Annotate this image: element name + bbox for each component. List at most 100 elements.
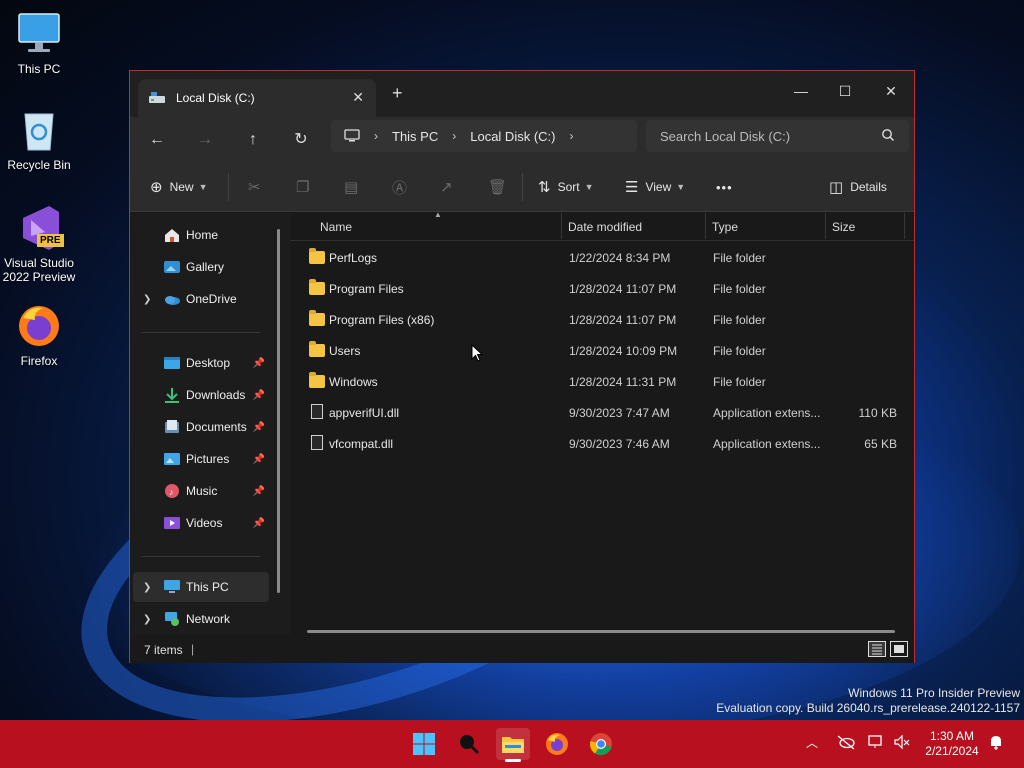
command-bar: ⊕ New ▼ ✂ ❐ ▤ Ⓐ ↗ 🗑 ⇅ Sort ▼ ☰ View ▼ ••… — [130, 162, 914, 212]
pin-icon[interactable]: 📌 — [253, 518, 265, 529]
desktop-icon-recycle-bin[interactable]: Recycle Bin — [1, 106, 77, 172]
back-button[interactable]: ← — [142, 126, 172, 154]
view-button[interactable]: ☰ View ▼ — [625, 175, 685, 199]
horizontal-scrollbar[interactable] — [307, 630, 895, 633]
file-row[interactable]: Program Files 1/28/2024 11:07 PM File fo… — [298, 274, 904, 304]
file-row[interactable]: Users 1/28/2024 10:09 PM File folder — [298, 336, 904, 366]
sidebar-item-videos[interactable]: Videos 📌 — [133, 508, 269, 538]
sidebar-item-network[interactable]: ❯ Network — [133, 604, 269, 634]
sidebar-item-gallery[interactable]: Gallery — [133, 252, 269, 282]
chevron-right-icon[interactable]: › — [569, 129, 573, 143]
desktop-icon-firefox[interactable]: Firefox — [1, 302, 77, 368]
sidebar-item-onedrive[interactable]: ❯ OneDrive — [133, 284, 269, 314]
copy-button[interactable]: ❐ — [296, 175, 316, 199]
sidebar-divider — [142, 556, 260, 557]
pin-icon[interactable]: 📌 — [253, 422, 265, 433]
file-row[interactable]: vfcompat.dll 9/30/2023 7:46 AM Applicati… — [298, 429, 904, 459]
notification-bell-icon[interactable] — [988, 734, 1004, 754]
chevron-right-icon[interactable]: ❯ — [143, 614, 151, 625]
file-type: Application extens... — [713, 437, 821, 451]
firefox-taskbar-button[interactable] — [540, 728, 574, 760]
sidebar-item-downloads[interactable]: Downloads 📌 — [133, 380, 269, 410]
paste-button[interactable]: ▤ — [344, 175, 365, 199]
column-divider[interactable] — [705, 213, 706, 239]
breadcrumb-this-pc[interactable]: This PC — [392, 129, 438, 144]
new-tab-button[interactable]: + — [392, 83, 403, 104]
system-clock[interactable]: 1:30 AM 2/21/2024 — [917, 729, 987, 759]
pin-icon[interactable]: 📌 — [253, 358, 265, 369]
chevron-right-icon[interactable]: ❯ — [143, 582, 151, 593]
pin-icon[interactable]: 📌 — [253, 454, 265, 465]
details-button[interactable]: ◫ Details — [829, 175, 887, 199]
sort-button[interactable]: ⇅ Sort ▼ — [538, 175, 594, 199]
search-box[interactable]: Search Local Disk (C:) — [646, 120, 909, 152]
up-button[interactable]: ↑ — [238, 126, 268, 154]
delete-button[interactable]: 🗑 — [488, 175, 514, 199]
windows-logo-icon — [413, 733, 435, 755]
sidebar-scrollbar[interactable] — [277, 229, 280, 593]
cut-button[interactable]: ✂ — [248, 175, 268, 199]
address-bar[interactable]: › This PC › Local Disk (C:) › — [331, 120, 637, 152]
file-date: 9/30/2023 7:46 AM — [569, 437, 670, 451]
sidebar-item-pictures[interactable]: Pictures 📌 — [133, 444, 269, 474]
see-more-button[interactable]: ••• — [716, 175, 733, 199]
cloud-offline-icon[interactable] — [836, 734, 856, 753]
svg-text:♪: ♪ — [169, 487, 174, 497]
status-divider: | — [191, 642, 195, 656]
desktop-icon-this-pc[interactable]: This PC — [1, 10, 77, 76]
large-icons-view-button[interactable] — [890, 641, 908, 657]
forward-button[interactable]: → — [190, 126, 220, 154]
column-divider[interactable] — [904, 213, 905, 239]
chevron-up-icon[interactable]: ︿ — [806, 734, 818, 751]
tab-local-disk[interactable]: Local Disk (C:) ✕ — [138, 79, 376, 117]
visual-studio-icon: PRE — [15, 204, 64, 252]
sidebar-item-desktop[interactable]: Desktop 📌 — [133, 348, 269, 378]
sidebar-item-home[interactable]: Home — [133, 220, 269, 250]
column-header-type[interactable]: Type — [712, 220, 738, 234]
file-row[interactable]: Windows 1/28/2024 11:31 PM File folder — [298, 367, 904, 397]
refresh-button[interactable]: ↻ — [286, 126, 316, 154]
file-name: Program Files (x86) — [329, 313, 435, 327]
rename-button[interactable]: Ⓐ — [392, 175, 414, 199]
plus-circle-icon: ⊕ — [150, 179, 163, 196]
network-icon — [165, 612, 179, 626]
status-bar: 7 items | — [130, 635, 914, 663]
column-header-size[interactable]: Size — [832, 220, 855, 234]
file-row[interactable]: Program Files (x86) 1/28/2024 11:07 PM F… — [298, 305, 904, 335]
breadcrumb-local-disk[interactable]: Local Disk (C:) — [470, 129, 555, 144]
column-divider[interactable] — [561, 213, 562, 239]
share-button[interactable]: ↗ — [440, 175, 460, 199]
column-header-date[interactable]: Date modified — [568, 220, 642, 234]
pin-icon[interactable]: 📌 — [253, 486, 265, 497]
file-row[interactable]: appverifUI.dll 9/30/2023 7:47 AM Applica… — [298, 398, 904, 428]
file-row[interactable]: PerfLogs 1/22/2024 8:34 PM File folder — [298, 243, 904, 273]
network-status-icon[interactable] — [867, 734, 887, 753]
column-divider[interactable] — [825, 213, 826, 239]
sidebar-item-this-pc[interactable]: ❯ This PC — [133, 572, 269, 602]
desktop-icon-label: Visual Studio 2022 Preview — [2, 256, 76, 284]
file-name: Program Files — [329, 282, 404, 296]
file-name: PerfLogs — [329, 251, 378, 265]
details-view-button[interactable] — [868, 641, 886, 657]
chevron-right-icon[interactable]: ❯ — [143, 294, 151, 305]
start-button[interactable] — [407, 728, 441, 760]
close-window-button[interactable]: ✕ — [868, 77, 914, 105]
chevron-right-icon: › — [374, 129, 378, 143]
sidebar-item-music[interactable]: ♪ Music 📌 — [133, 476, 269, 506]
column-header-name[interactable]: Name — [320, 220, 352, 234]
file-date: 1/28/2024 11:07 PM — [569, 282, 677, 296]
close-tab-icon[interactable]: ✕ — [352, 89, 364, 106]
new-button[interactable]: ⊕ New ▼ — [150, 175, 208, 199]
minimize-button[interactable]: — — [778, 77, 824, 105]
desktop-icon-visual-studio[interactable]: PRE Visual Studio 2022 Preview — [1, 204, 77, 284]
sidebar-item-documents[interactable]: Documents 📌 — [133, 412, 269, 442]
file-type: File folder — [713, 344, 766, 358]
file-date: 1/22/2024 8:34 PM — [569, 251, 671, 265]
chrome-taskbar-button[interactable] — [584, 728, 618, 760]
volume-muted-icon[interactable] — [893, 734, 911, 753]
pin-icon[interactable]: 📌 — [253, 390, 265, 401]
search-taskbar-button[interactable] — [452, 728, 486, 760]
file-explorer-taskbar-button[interactable] — [496, 728, 530, 762]
file-date: 9/30/2023 7:47 AM — [569, 406, 670, 420]
maximize-button[interactable]: ☐ — [822, 77, 868, 105]
